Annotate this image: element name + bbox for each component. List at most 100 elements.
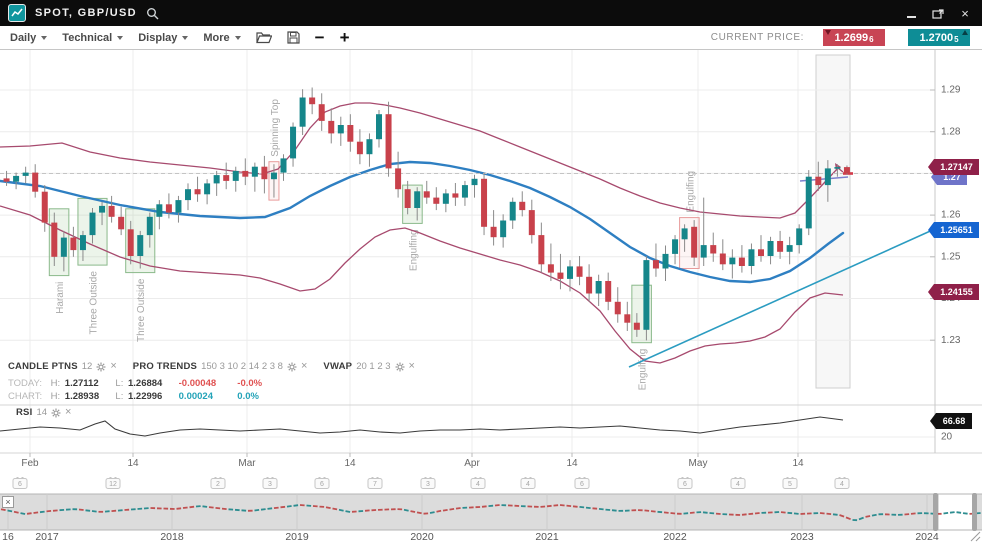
restore-button[interactable] <box>929 5 947 21</box>
candle <box>214 175 220 183</box>
chart-change: 0.00024 <box>179 391 235 404</box>
candle <box>80 235 86 250</box>
news-event-marker[interactable]: 4 <box>835 477 849 489</box>
news-event-marker[interactable]: 6 <box>678 477 692 489</box>
candle <box>768 241 774 256</box>
news-event-marker[interactable]: 2 <box>211 477 225 489</box>
date-axis-label: Mar <box>238 458 256 469</box>
indicator-candle-ptns: CANDLE PTNS 12 × <box>8 361 117 372</box>
gear-icon[interactable] <box>287 362 297 372</box>
navigator-year-label: 2023 <box>790 531 814 542</box>
indicator-params: 20 1 2 3 <box>356 361 390 372</box>
candle <box>844 167 850 173</box>
news-event-marker[interactable]: 3 <box>421 477 435 489</box>
rsi-line <box>0 417 843 436</box>
svg-text:3: 3 <box>268 481 272 488</box>
news-event-marker[interactable]: 4 <box>521 477 535 489</box>
close-icon[interactable]: × <box>65 408 71 417</box>
menu-display[interactable]: Display <box>138 32 188 44</box>
candle <box>577 266 583 276</box>
candle <box>338 125 344 133</box>
window-titlebar: SPOT, GBP/USD × <box>0 0 982 26</box>
menu-timeframe-daily[interactable]: Daily <box>10 32 47 44</box>
news-event-marker[interactable]: 4 <box>731 477 745 489</box>
candle <box>557 273 563 279</box>
close-icon[interactable]: × <box>301 362 307 371</box>
news-event-marker[interactable]: 4 <box>471 477 485 489</box>
candle <box>529 210 535 235</box>
candle <box>319 104 325 121</box>
open-folder-icon[interactable] <box>256 31 272 44</box>
candle <box>424 191 430 197</box>
gear-icon[interactable] <box>96 362 106 372</box>
navigator-selection[interactable] <box>939 495 972 530</box>
date-axis-label: 14 <box>127 458 139 469</box>
candle <box>376 114 382 139</box>
resize-handle-icon[interactable] <box>971 532 980 541</box>
candle <box>605 281 611 302</box>
navigator-track[interactable] <box>0 494 982 530</box>
menu-technical[interactable]: Technical <box>62 32 123 44</box>
save-icon[interactable] <box>287 31 300 44</box>
high-label: H: <box>51 391 61 404</box>
candle <box>548 264 554 272</box>
candle <box>242 171 248 177</box>
candle <box>462 185 468 198</box>
buy-price-pip: 5 <box>954 35 958 46</box>
candle <box>4 178 10 181</box>
news-event-marker[interactable]: 6 <box>13 477 27 489</box>
navigator-right-handle[interactable] <box>972 493 977 531</box>
gear-icon[interactable] <box>51 408 61 418</box>
candle <box>720 254 726 265</box>
candle <box>147 217 153 235</box>
candle <box>710 245 716 253</box>
menu-more[interactable]: More <box>203 32 240 44</box>
price-stats: TODAY: H: 1.27112 L: 1.26884 -0.00048 -0… <box>8 378 293 403</box>
svg-text:4: 4 <box>840 481 844 488</box>
candle <box>137 235 143 256</box>
news-event-marker[interactable]: 7 <box>368 477 382 489</box>
chart-high: 1.28938 <box>65 391 113 404</box>
candle <box>452 193 458 197</box>
tick-up-icon <box>962 30 968 35</box>
search-icon[interactable] <box>146 7 159 20</box>
candle <box>500 221 506 238</box>
zoom-in-button[interactable]: + <box>340 31 350 45</box>
navigator-close-button[interactable]: × <box>2 496 14 508</box>
news-event-marker[interactable]: 6 <box>575 477 589 489</box>
candle <box>682 228 688 239</box>
candle <box>61 238 67 257</box>
sell-price-button[interactable]: 1.26996 <box>823 29 885 46</box>
buy-price-value: 1.2700 <box>919 32 953 44</box>
buy-price-button[interactable]: 1.27005 <box>908 29 970 46</box>
news-event-marker[interactable]: 6 <box>315 477 329 489</box>
candle <box>815 177 821 185</box>
news-event-marker[interactable]: 5 <box>783 477 797 489</box>
svg-text:6: 6 <box>580 481 584 488</box>
candle <box>23 173 29 176</box>
close-icon[interactable]: × <box>110 362 116 371</box>
news-event-marker[interactable]: 12 <box>106 477 120 489</box>
svg-text:7: 7 <box>373 481 377 488</box>
navigator-year-label: 16 <box>2 531 14 542</box>
news-event-marker[interactable]: 3 <box>263 477 277 489</box>
candle-patterns-layer: HaramiThree OutsideThree OutsideSpinning… <box>49 99 699 391</box>
navigator-year-label: 2024 <box>915 531 939 542</box>
close-button[interactable]: × <box>956 5 974 21</box>
today-stats-row: TODAY: H: 1.27112 L: 1.26884 -0.00048 -0… <box>8 378 293 391</box>
zoom-out-button[interactable]: − <box>315 31 325 45</box>
minimize-button[interactable] <box>902 5 920 21</box>
close-icon[interactable]: × <box>409 362 415 371</box>
navigator-year-label: 2017 <box>35 531 59 542</box>
svg-text:1.24155: 1.24155 <box>940 287 973 297</box>
svg-text:6: 6 <box>320 481 324 488</box>
date-axis-label: 14 <box>344 458 356 469</box>
price-badge-1.24155: 1.24155 <box>928 284 979 300</box>
candle <box>701 245 707 258</box>
candle <box>414 191 420 208</box>
candle <box>261 167 267 180</box>
rsi-value-badge: 66.68 <box>930 413 972 429</box>
navigator-left-handle[interactable] <box>933 493 938 531</box>
gear-icon[interactable] <box>395 362 405 372</box>
candle <box>328 121 334 133</box>
